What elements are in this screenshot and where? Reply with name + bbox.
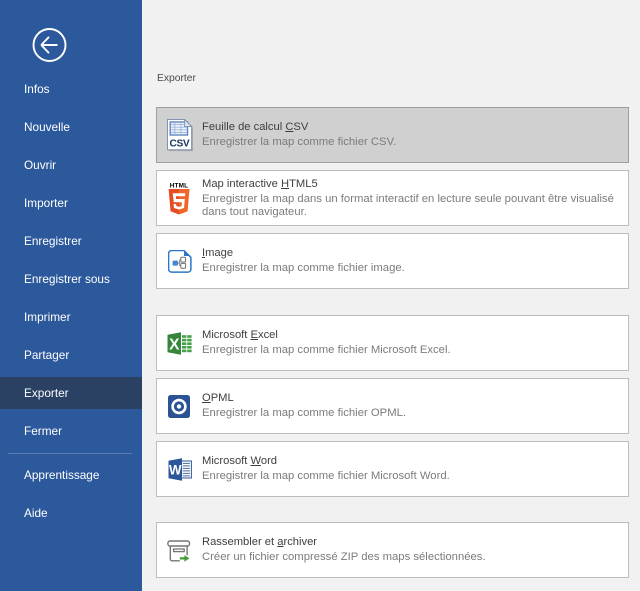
svg-text:HTML: HTML: [169, 182, 188, 189]
svg-text:X: X: [169, 337, 180, 354]
svg-text:CSV: CSV: [170, 139, 190, 150]
svg-text:W: W: [168, 463, 181, 478]
